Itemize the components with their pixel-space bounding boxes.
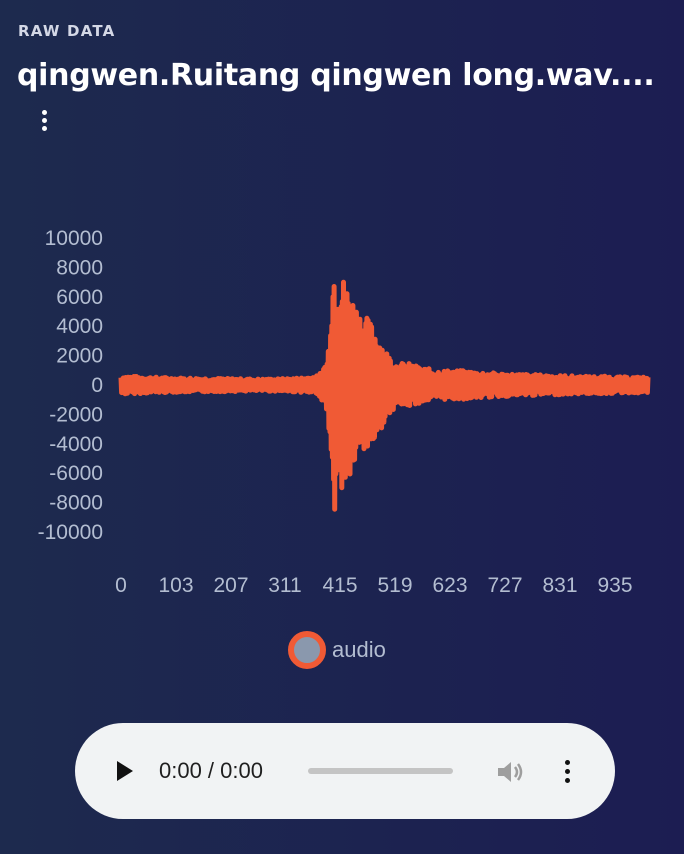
x-tick-label: 623 <box>432 574 467 597</box>
player-more-options-icon[interactable] <box>559 758 575 786</box>
y-tick-label: 4000 <box>56 315 103 338</box>
legend-marker <box>288 631 326 669</box>
y-tick-label: 8000 <box>56 256 103 279</box>
legend-item-audio[interactable]: audio <box>288 631 386 669</box>
x-tick-label: 0 <box>115 574 127 597</box>
x-tick-label: 207 <box>213 574 248 597</box>
y-tick-label: 10000 <box>45 227 103 250</box>
y-tick-label: 6000 <box>56 286 103 309</box>
legend-label: audio <box>332 637 386 662</box>
x-tick-label: 727 <box>487 574 522 597</box>
y-tick-label: -2000 <box>49 403 103 426</box>
x-tick-label: 311 <box>268 574 301 597</box>
x-tick-label: 519 <box>377 574 412 597</box>
y-axis: 10000 8000 6000 4000 2000 0 -2000 -4000 -6000 -80… <box>38 227 103 544</box>
x-tick-label: 831 <box>542 574 577 597</box>
series-line-audio <box>118 279 651 512</box>
series-group <box>118 279 651 512</box>
waveform-chart: 10000 8000 6000 4000 2000 0 -2000 -4000 -6000 -80… <box>38 227 651 597</box>
audio-player: 0:00 / 0:00 <box>75 723 615 819</box>
x-tick-label: 103 <box>158 574 193 597</box>
more-options-icon[interactable] <box>35 108 55 134</box>
play-icon[interactable] <box>117 761 133 781</box>
x-tick-label: 935 <box>597 574 632 597</box>
volume-icon[interactable] <box>495 759 525 785</box>
time-display: 0:00 / 0:00 <box>159 758 263 783</box>
section-label: RAW DATA <box>18 22 116 40</box>
y-tick-label: 2000 <box>56 345 103 368</box>
y-tick-label: -6000 <box>49 462 103 485</box>
y-tick-label: 0 <box>91 374 103 397</box>
x-axis: 0 103 207 311 415 519 623 727 831 935 <box>115 574 632 597</box>
page-title: qingwen.Ruitang qingwen long.wav.... <box>17 58 655 93</box>
progress-slider[interactable] <box>308 768 453 774</box>
y-tick-label: -8000 <box>49 492 103 515</box>
x-tick-label: 415 <box>322 574 357 597</box>
y-tick-label: -10000 <box>38 521 103 544</box>
y-tick-label: -4000 <box>49 433 103 456</box>
